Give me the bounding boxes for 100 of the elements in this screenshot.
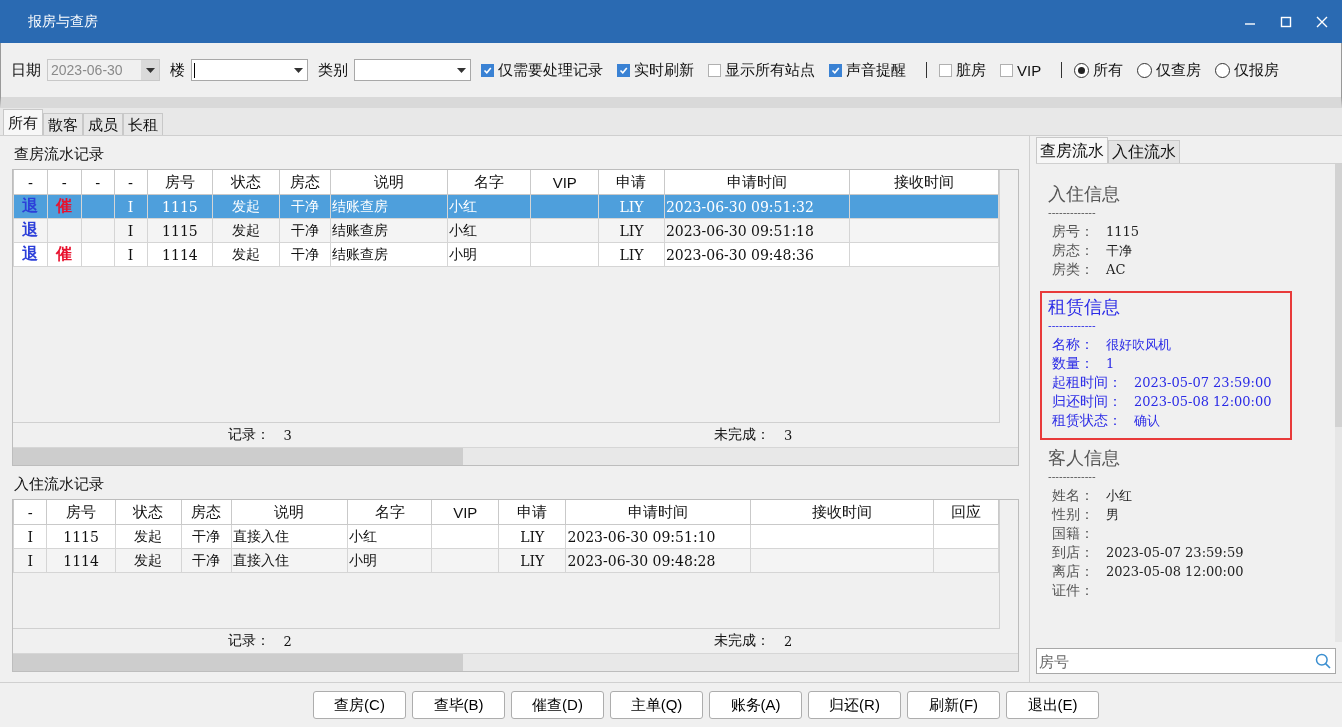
scrollbar-thumb[interactable] <box>13 448 463 465</box>
field-label: 到店： <box>1052 543 1094 562</box>
column-header[interactable]: VIP <box>530 170 599 195</box>
field-value: 2023-05-07 23:59:00 <box>1134 374 1272 392</box>
column-header[interactable]: 接收时间 <box>750 500 934 525</box>
tab[interactable]: 成员 <box>83 113 123 135</box>
table-cell: 直接入住 <box>231 548 348 573</box>
dashed-divider: ------------- <box>1048 206 1097 218</box>
field-label: 姓名： <box>1052 486 1094 505</box>
scrollbar-thumb[interactable] <box>13 654 463 671</box>
date-label: 日期 <box>11 60 41 80</box>
column-header[interactable]: 说明 <box>231 500 348 525</box>
column-header[interactable]: 说明 <box>330 170 448 195</box>
field-label: 名称： <box>1052 335 1094 354</box>
column-header[interactable]: 房号 <box>46 500 116 525</box>
column-header[interactable]: 申请时间 <box>664 170 850 195</box>
pending-count: 3 <box>784 427 793 443</box>
radio-option[interactable]: 仅查房 <box>1137 60 1202 80</box>
column-header[interactable]: 房号 <box>147 170 213 195</box>
section-title: 入住流水记录 <box>13 474 105 494</box>
search-icon[interactable] <box>1315 653 1331 669</box>
field-value: 很好吹风机 <box>1106 336 1171 354</box>
section-heading: 租赁信息 <box>1048 295 1121 319</box>
column-header[interactable]: VIP <box>431 500 499 525</box>
record-count-label: 记录： <box>227 426 270 444</box>
action-button[interactable]: 退出(E) <box>1006 691 1099 719</box>
window-title: 报房与查房 <box>28 12 98 31</box>
radio-option[interactable]: 仅报房 <box>1215 60 1280 80</box>
column-header[interactable]: - <box>13 500 47 525</box>
column-header[interactable]: 状态 <box>115 500 182 525</box>
table-cell: 结账查房 <box>330 218 448 243</box>
field-label: 离店： <box>1052 562 1094 581</box>
record-count: 3 <box>283 427 292 443</box>
table-cell: 退 <box>13 218 48 243</box>
tab[interactable]: 长租 <box>123 113 163 135</box>
field-value: 1115 <box>1106 223 1140 241</box>
maximize-icon[interactable] <box>1280 15 1292 28</box>
table-cell: 2023-06-30 09:51:32 <box>664 194 850 219</box>
action-button[interactable]: 主单(Q) <box>610 691 703 719</box>
checkbox-option[interactable]: VIP <box>1000 61 1042 79</box>
record-count-label: 记录： <box>227 632 270 650</box>
field-value: AC <box>1106 261 1126 279</box>
column-header[interactable]: 申请时间 <box>565 500 751 525</box>
field-label: 归还时间： <box>1052 392 1122 411</box>
column-header[interactable]: - <box>47 170 82 195</box>
field-label: 数量： <box>1052 354 1094 373</box>
category-dropdown[interactable] <box>354 59 471 81</box>
table-cell: I <box>13 548 47 573</box>
checkbox-option[interactable]: 仅需要处理记录 <box>481 60 603 80</box>
column-header[interactable]: - <box>13 170 48 195</box>
dashed-divider: ------------- <box>1048 319 1097 331</box>
radio-option[interactable]: 所有 <box>1074 60 1124 80</box>
field-label: 房号： <box>1052 222 1094 241</box>
action-button[interactable]: 账务(A) <box>709 691 802 719</box>
section-heading: 入住信息 <box>1048 182 1121 206</box>
field-value: 确认 <box>1134 412 1160 430</box>
column-header[interactable]: 申请 <box>598 170 665 195</box>
action-button[interactable]: 查房(C) <box>313 691 406 719</box>
checkmark-icon <box>831 65 840 75</box>
record-count: 2 <box>283 633 292 649</box>
tab[interactable]: 查房流水 <box>1036 137 1108 163</box>
field-label: 性别： <box>1052 505 1094 524</box>
checkmark-icon <box>619 65 628 75</box>
column-header[interactable]: 名字 <box>447 170 531 195</box>
action-button[interactable]: 催查(D) <box>511 691 604 719</box>
checkbox-option[interactable]: 显示所有站点 <box>708 60 815 80</box>
column-header[interactable]: 名字 <box>347 500 432 525</box>
column-header[interactable]: 房态 <box>279 170 331 195</box>
checkbox-option[interactable]: 脏房 <box>939 60 986 80</box>
column-header[interactable]: 申请 <box>498 500 566 525</box>
column-header[interactable]: - <box>81 170 115 195</box>
action-button[interactable]: 刷新(F) <box>907 691 1000 719</box>
building-dropdown[interactable] <box>191 59 308 81</box>
action-button[interactable]: 归还(R) <box>808 691 901 719</box>
caret-icon <box>293 67 303 73</box>
close-icon[interactable] <box>1316 15 1328 28</box>
column-header[interactable]: 回应 <box>933 500 999 525</box>
field-label: 证件： <box>1052 581 1094 600</box>
checkbox-option[interactable]: 声音提醒 <box>829 60 906 80</box>
field-label: 国籍： <box>1052 524 1094 543</box>
checkbox-option[interactable]: 实时刷新 <box>617 60 694 80</box>
table-cell: 结账查房 <box>330 242 448 267</box>
field-value: 干净 <box>1106 242 1132 260</box>
field-label: 房态： <box>1052 241 1094 260</box>
table-cell: 结账查房 <box>330 194 448 219</box>
action-button[interactable]: 查毕(B) <box>412 691 505 719</box>
table-cell: 2023-06-30 09:51:18 <box>664 218 850 243</box>
tab[interactable]: 散客 <box>43 113 83 135</box>
column-header[interactable]: 状态 <box>212 170 280 195</box>
caret-icon <box>145 67 155 73</box>
column-header[interactable]: 房态 <box>181 500 232 525</box>
pending-count: 2 <box>784 633 793 649</box>
table-cell: 2023-06-30 09:48:36 <box>664 242 850 267</box>
column-header[interactable]: 接收时间 <box>849 170 999 195</box>
search-field[interactable]: 房号 <box>1036 648 1336 674</box>
table-cell: 直接入住 <box>231 524 348 549</box>
column-header[interactable]: - <box>114 170 147 195</box>
scrollbar-thumb[interactable] <box>1335 164 1342 427</box>
tab[interactable]: 所有 <box>3 109 43 135</box>
tab[interactable]: 入住流水 <box>1108 140 1180 163</box>
